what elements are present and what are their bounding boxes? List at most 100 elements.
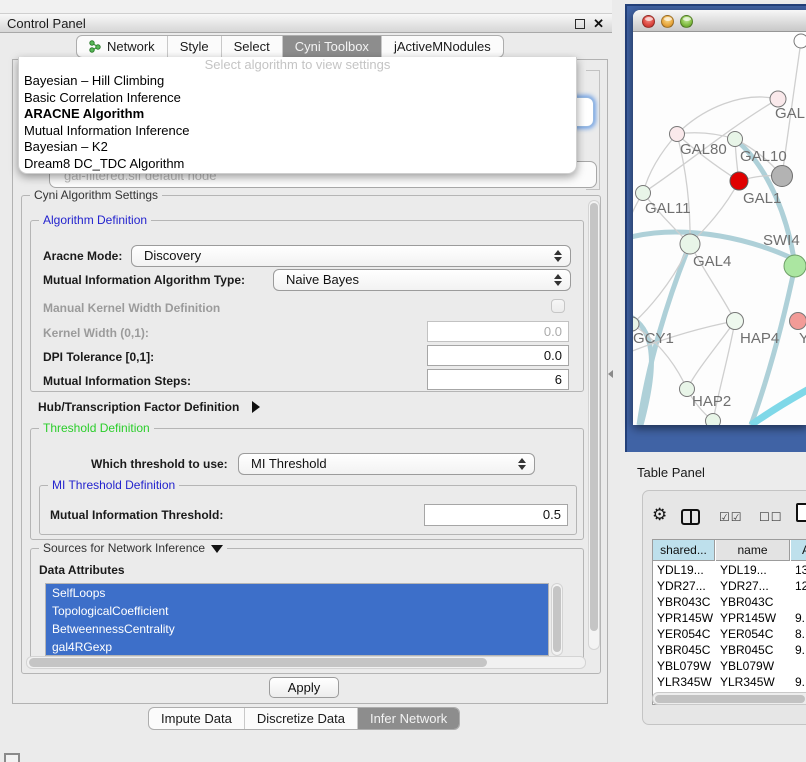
attribute-item[interactable]: gal4RGexp (46, 638, 548, 656)
network-node[interactable] (706, 414, 721, 426)
column-layout-icon[interactable] (681, 509, 700, 525)
network-node-gal1[interactable] (730, 172, 748, 190)
node-label-hap4: HAP4 (740, 330, 779, 347)
minimized-panel-icon[interactable] (4, 753, 20, 762)
algorithm-definition-group: Algorithm Definition Aracne Mode: Discov… (30, 220, 584, 392)
threshold-definition-title: Threshold Definition (39, 421, 154, 435)
mi-algorithm-type-label: Mutual Information Algorithm Type: (43, 273, 245, 287)
manual-kernel-width-checkbox[interactable] (551, 299, 565, 313)
dropdown-item[interactable]: Bayesian – Hill Climbing (19, 73, 576, 90)
mi-algorithm-type-combobox[interactable]: Naive Bayes (273, 269, 571, 291)
cyni-bottom-tabbar: Impute Data Discretize Data Infer Networ… (148, 707, 460, 730)
tab-infer-network[interactable]: Infer Network (358, 708, 459, 729)
tab-cyni-toolbox[interactable]: Cyni Toolbox (283, 36, 382, 57)
table-row[interactable]: YBL079W YBL079W (653, 658, 806, 674)
column-header-shared[interactable]: shared... (653, 540, 715, 561)
sources-title[interactable]: Sources for Network Inference (39, 541, 227, 555)
network-window-titlebar[interactable] (633, 10, 806, 32)
control-panel-titlebar: Control Panel ✕ (0, 13, 612, 33)
settings-horizontal-scrollbar[interactable] (26, 656, 586, 669)
table-row[interactable]: YER054C YER054C 8. (653, 626, 806, 642)
gear-icon[interactable]: ⚙ (652, 505, 667, 525)
tab-network[interactable]: Network (77, 36, 168, 57)
splitter-handle[interactable] (608, 370, 613, 378)
dpi-tolerance-field[interactable]: 0.0 (427, 345, 569, 366)
node-label-y-partial: Y (799, 330, 806, 347)
network-node-swi4[interactable] (784, 255, 806, 277)
mi-threshold-definition-group: MI Threshold Definition Mutual Informati… (39, 485, 577, 535)
dropdown-item[interactable]: Dream8 DC_TDC Algorithm (19, 156, 576, 173)
control-panel-title: Control Panel (7, 14, 86, 33)
expander-down-icon (211, 545, 223, 553)
tab-select[interactable]: Select (222, 36, 283, 57)
table-row[interactable]: YBR043C YBR043C (653, 594, 806, 610)
table-row[interactable]: YDR27... YDR27... 12 (653, 578, 806, 594)
network-node-gal11[interactable] (636, 186, 651, 201)
dropdown-item[interactable]: Bayesian – K2 (19, 139, 576, 156)
cyni-algorithm-settings-group: Cyni Algorithm Settings Algorithm Defini… (21, 195, 601, 674)
minimize-window-icon[interactable] (661, 15, 674, 28)
tab-network-label: Network (107, 39, 155, 54)
dpi-tolerance-label: DPI Tolerance [0,1]: (43, 350, 154, 364)
node-label-hap2: HAP2 (692, 393, 731, 410)
column-header-name[interactable]: name (716, 540, 790, 561)
close-window-icon[interactable] (642, 15, 655, 28)
mi-threshold-field[interactable]: 0.5 (424, 504, 568, 526)
table-row[interactable]: YLR345W YLR345W 9. (653, 674, 806, 690)
table-horizontal-scrollbar[interactable] (652, 692, 806, 705)
table-row[interactable]: YBR045C YBR045C 9. (653, 642, 806, 658)
node-label-gal-partial: GAL (775, 105, 805, 122)
attribute-item[interactable]: BetweennessCentrality (46, 620, 548, 638)
attributes-scrollbar[interactable] (551, 583, 563, 656)
node-label-gcy1: GCY1 (633, 330, 674, 347)
window-top-strip (0, 0, 612, 13)
data-attributes-label: Data Attributes (39, 563, 125, 577)
table-row[interactable]: YDL19... YDL19... 13 (653, 562, 806, 578)
network-window[interactable]: GAL80 GAL10 GAL1 GAL11 GAL4 SWI4 GCY1 HA… (633, 10, 806, 425)
tab-impute-data[interactable]: Impute Data (149, 708, 245, 729)
node-label-gal10: GAL10 (740, 148, 787, 165)
dropdown-item[interactable]: Basic Correlation Inference (19, 90, 576, 107)
screen: Control Panel ✕ Network Style Select Cyn… (0, 0, 806, 762)
apply-button[interactable]: Apply (269, 677, 339, 698)
manual-kernel-width-label: Manual Kernel Width Definition (43, 301, 220, 315)
network-node-gal80[interactable] (670, 127, 685, 142)
settings-vertical-scrollbar[interactable] (588, 200, 600, 650)
hub-definition-label: Hub/Transcription Factor Definition (38, 400, 239, 414)
new-table-icon[interactable] (796, 503, 806, 522)
kernel-width-field[interactable]: 0.0 (427, 321, 569, 342)
deselect-all-columns-icon[interactable]: ☐☐ (759, 510, 783, 524)
tab-discretize-data[interactable]: Discretize Data (245, 708, 358, 729)
network-canvas[interactable]: GAL80 GAL10 GAL1 GAL11 GAL4 SWI4 GCY1 HA… (633, 33, 806, 425)
network-node-gray[interactable] (772, 166, 793, 187)
node-table: shared... name A YDL19... YDL19... 13 YD… (652, 539, 806, 705)
float-panel-icon[interactable] (575, 19, 585, 29)
mi-algorithm-type-value: Naive Bayes (286, 270, 359, 290)
network-node[interactable] (794, 34, 806, 48)
network-node-gal10[interactable] (728, 132, 743, 147)
table-panel-title: Table Panel (637, 465, 705, 480)
which-threshold-label: Which threshold to use: (91, 457, 228, 471)
select-all-columns-icon[interactable]: ☑☑ (719, 510, 743, 524)
close-panel-icon[interactable]: ✕ (593, 14, 604, 33)
attribute-item[interactable]: SelfLoops (46, 584, 548, 602)
tab-style[interactable]: Style (168, 36, 222, 57)
hub-definition-expander[interactable]: Hub/Transcription Factor Definition (38, 398, 260, 416)
mi-threshold-definition-title: MI Threshold Definition (48, 478, 179, 492)
which-threshold-combobox[interactable]: MI Threshold (238, 453, 535, 475)
network-node-gal4[interactable] (680, 234, 700, 254)
dropdown-item[interactable]: Mutual Information Inference (19, 123, 576, 140)
mi-steps-field[interactable]: 6 (427, 369, 569, 390)
network-node-hap4[interactable] (727, 313, 744, 330)
column-header-a[interactable]: A (791, 540, 806, 561)
network-labels: GAL80 GAL10 GAL1 GAL11 GAL4 SWI4 GCY1 HA… (633, 105, 806, 410)
combo-stepper-icon (554, 274, 562, 286)
aracne-mode-combobox[interactable]: Discovery (131, 245, 571, 267)
network-node-y[interactable] (790, 313, 806, 330)
table-row[interactable]: YPR145W YPR145W 9. (653, 610, 806, 626)
algorithm-definition-title: Algorithm Definition (39, 213, 151, 227)
zoom-window-icon[interactable] (680, 15, 693, 28)
dropdown-item-highlighted[interactable]: ARACNE Algorithm (19, 106, 576, 123)
tab-jactivemnodules[interactable]: jActiveMNodules (382, 36, 503, 57)
attribute-item[interactable]: TopologicalCoefficient (46, 602, 548, 620)
